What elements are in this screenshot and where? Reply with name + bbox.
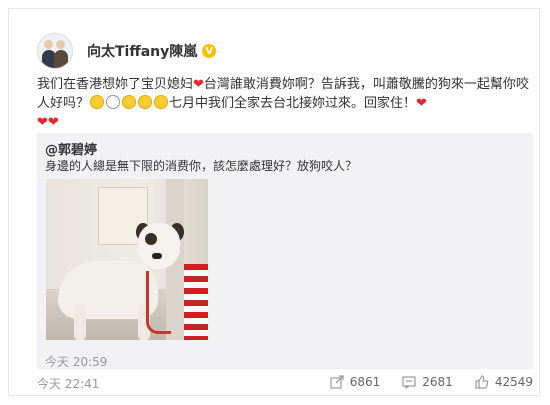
post-text-part1: 我们在香港想妳了宝贝媳妇 — [37, 77, 194, 92]
comment-icon — [402, 375, 416, 389]
verified-badge-icon: V — [202, 44, 217, 58]
grin-emoji-icon — [122, 95, 137, 109]
post-text: 我们在香港想妳了宝贝媳妇❤台灣誰敢消費妳啊？告訴我，叫蕭敬騰的狗來一起幫你咬人好… — [37, 75, 531, 132]
forward-count: 6861 — [349, 375, 381, 389]
laughing-emoji-icon — [90, 95, 105, 109]
thumbs-up-icon — [475, 375, 489, 389]
cat-emoji-icon — [138, 95, 153, 109]
repost-block: @郭碧婷 身邊的人總是無下限的消费你，該怎麼處理好？放狗咬人？ 今天 20:59 — [37, 133, 533, 369]
like-count: 42549 — [494, 375, 533, 389]
ghost-emoji-icon — [106, 95, 121, 109]
repost-username[interactable]: @郭碧婷 — [45, 139, 97, 158]
repost-text: 身邊的人總是無下限的消费你，該怎麼處理好？放狗咬人？ — [45, 159, 358, 173]
dog-photo[interactable] — [46, 179, 208, 340]
repost-timestamp[interactable]: 今天 20:59 — [45, 353, 107, 370]
heart-icon: ❤ — [47, 115, 59, 130]
like-button[interactable]: 42549 — [475, 375, 533, 389]
heart-icon: ❤ — [416, 96, 427, 111]
username[interactable]: 向太Tiffany陳嵐 — [87, 41, 197, 61]
comment-count: 2681 — [422, 375, 453, 389]
wink-emoji-icon — [154, 95, 169, 109]
post-footer: 今天 22:41 6861 2681 42549 — [37, 375, 533, 393]
heart-icon: ❤ — [37, 115, 48, 130]
forward-button[interactable]: 6861 — [330, 375, 381, 389]
post-header: 向太Tiffany陳嵐 V — [37, 31, 217, 71]
forward-icon — [330, 375, 344, 389]
comment-button[interactable]: 2681 — [402, 375, 453, 389]
action-bar: 6861 2681 42549 — [308, 375, 533, 389]
post-timestamp[interactable]: 今天 22:41 — [37, 375, 99, 392]
heart-icon: ❤ — [193, 77, 204, 92]
avatar[interactable] — [37, 33, 73, 69]
weibo-post-card: 向太Tiffany陳嵐 V 我们在香港想妳了宝贝媳妇❤台灣誰敢消費妳啊？告訴我，… — [8, 8, 540, 396]
post-text-part3: 七月中我们全家去台北接妳过來。回家住！ — [169, 96, 417, 111]
